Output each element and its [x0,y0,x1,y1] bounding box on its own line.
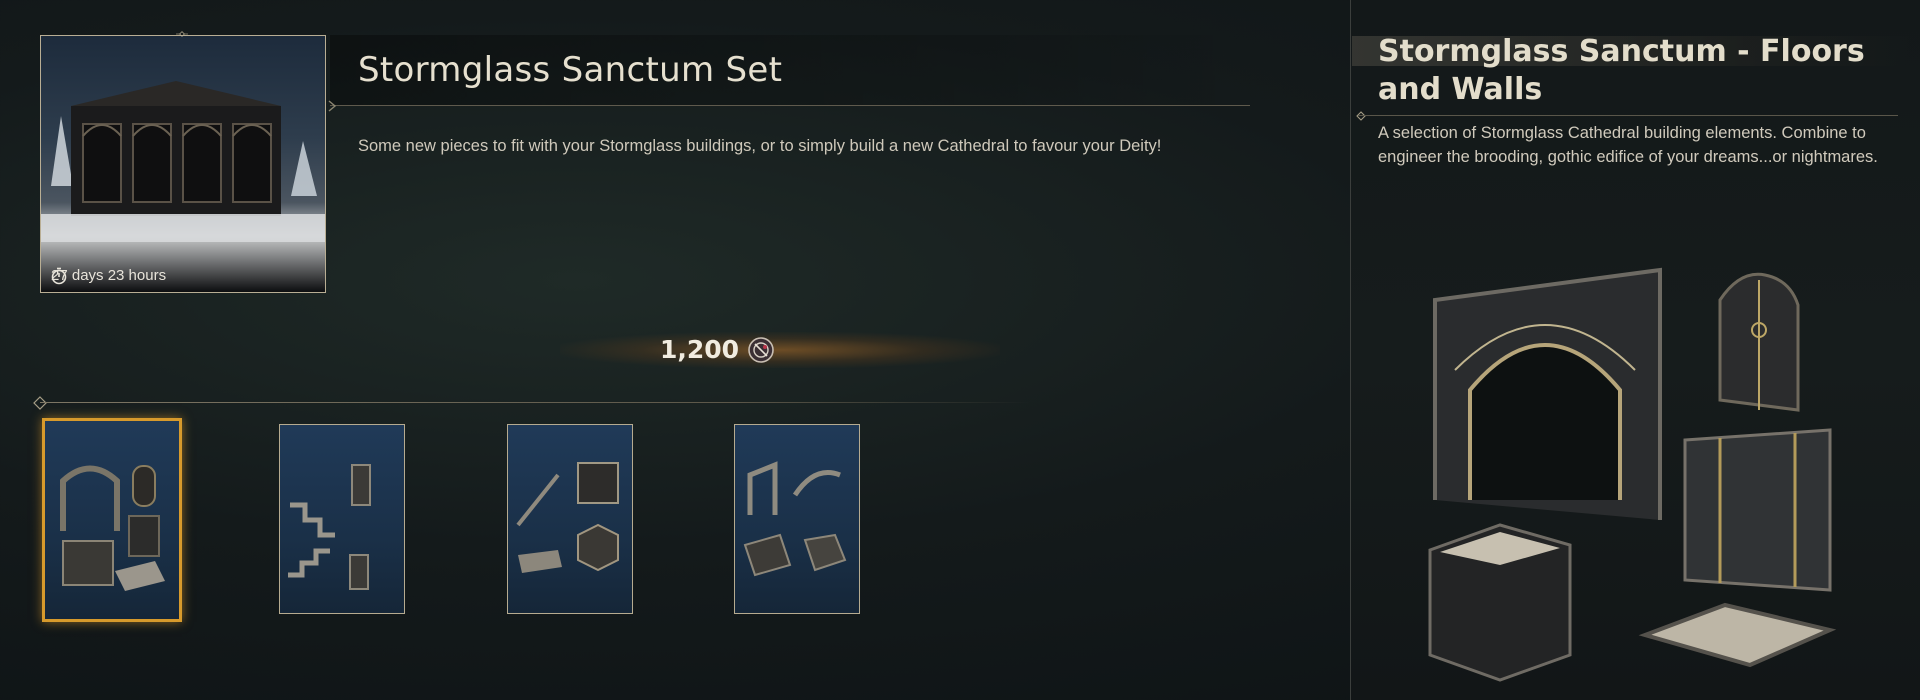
divider [40,402,1030,403]
detail-title: Stormglass Sanctum - Floors and Walls [1378,34,1865,107]
decor-pieces-icon [516,462,619,573]
timer-text: 27 days 23 hours [51,267,167,284]
timer: 27 days 23 hours [51,267,167,285]
item-card-decor[interactable] [507,424,633,614]
arch-pieces-icon [60,465,165,591]
detail-description: A selection of Stormglass Cathedral buil… [1378,124,1878,166]
building-pieces-preview-icon [1428,267,1837,682]
detail-divider [1358,115,1898,116]
chevron-right-icon [328,100,337,112]
premium-currency-icon [748,337,774,363]
diamond-ornament-icon [33,396,47,410]
item-card-arches[interactable] [734,424,860,614]
item-card-stairs[interactable] [279,424,405,614]
arch-supports-icon [743,461,847,577]
item-card-floors-and-walls[interactable] [42,418,182,622]
page-title: Stormglass Sanctum Set [358,50,783,90]
bundle-description: Some new pieces to fit with your Stormgl… [358,137,1162,155]
bundle-hero-image: 27 days 23 hours [40,35,326,293]
stopwatch-icon [51,267,67,285]
cathedral-render-icon [41,81,325,242]
stairs-pillars-icon [288,464,371,590]
diamond-ornament-icon [176,31,188,37]
price-value: 1,200 [660,335,740,364]
diamond-ornament-icon [1356,111,1366,121]
price-glow [560,332,1000,368]
